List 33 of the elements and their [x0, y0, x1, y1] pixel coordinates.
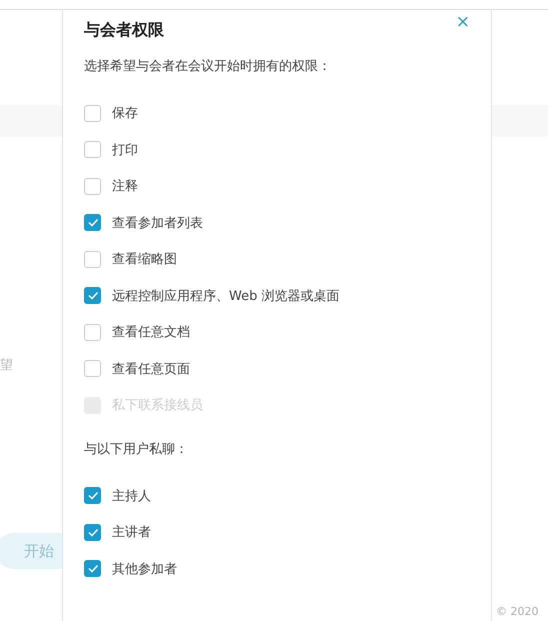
checkbox[interactable] [84, 524, 101, 541]
checkbox[interactable] [84, 104, 101, 122]
checkbox-label: 远程控制应用程序、Web 浏览器或桌面 [112, 288, 340, 305]
checkbox-label: 主讲者 [112, 524, 151, 542]
close-button[interactable]: × [456, 14, 470, 31]
checkbox-label: 打印 [112, 142, 138, 159]
checkbox-label: 查看参加者列表 [112, 214, 203, 232]
checkbox-label: 查看任意页面 [112, 360, 190, 378]
checkbox[interactable] [84, 287, 101, 304]
checkbox[interactable] [84, 178, 101, 195]
checkbox[interactable] [84, 250, 101, 268]
checkbox-label: 查看缩略图 [112, 251, 177, 268]
check-icon [88, 491, 98, 500]
checkbox-label: 保存 [112, 105, 138, 122]
section-heading: 与以下用户私聊： [84, 440, 189, 458]
checkbox[interactable] [84, 324, 101, 341]
checkbox[interactable] [84, 487, 101, 504]
side-text: 望 [0, 357, 13, 374]
dialog-title: 与会者权限 [84, 20, 164, 41]
checkbox[interactable] [84, 214, 101, 232]
check-icon [88, 528, 98, 537]
checkbox-label: 查看任意文档 [112, 324, 190, 342]
check-icon [88, 218, 98, 228]
checkbox-label: 其他参加者 [112, 560, 177, 578]
checkbox[interactable] [84, 360, 101, 378]
checkbox[interactable] [84, 141, 101, 158]
copyright-text: © 2020 [496, 605, 538, 618]
check-icon [88, 291, 98, 300]
check-icon [88, 564, 98, 574]
intro-text: 选择希望与会者在会议开始时拥有的权限： [84, 58, 332, 75]
checkbox-label: 主持人 [112, 488, 151, 505]
checkbox[interactable] [84, 560, 101, 578]
checkbox-label: 注释 [112, 178, 138, 196]
